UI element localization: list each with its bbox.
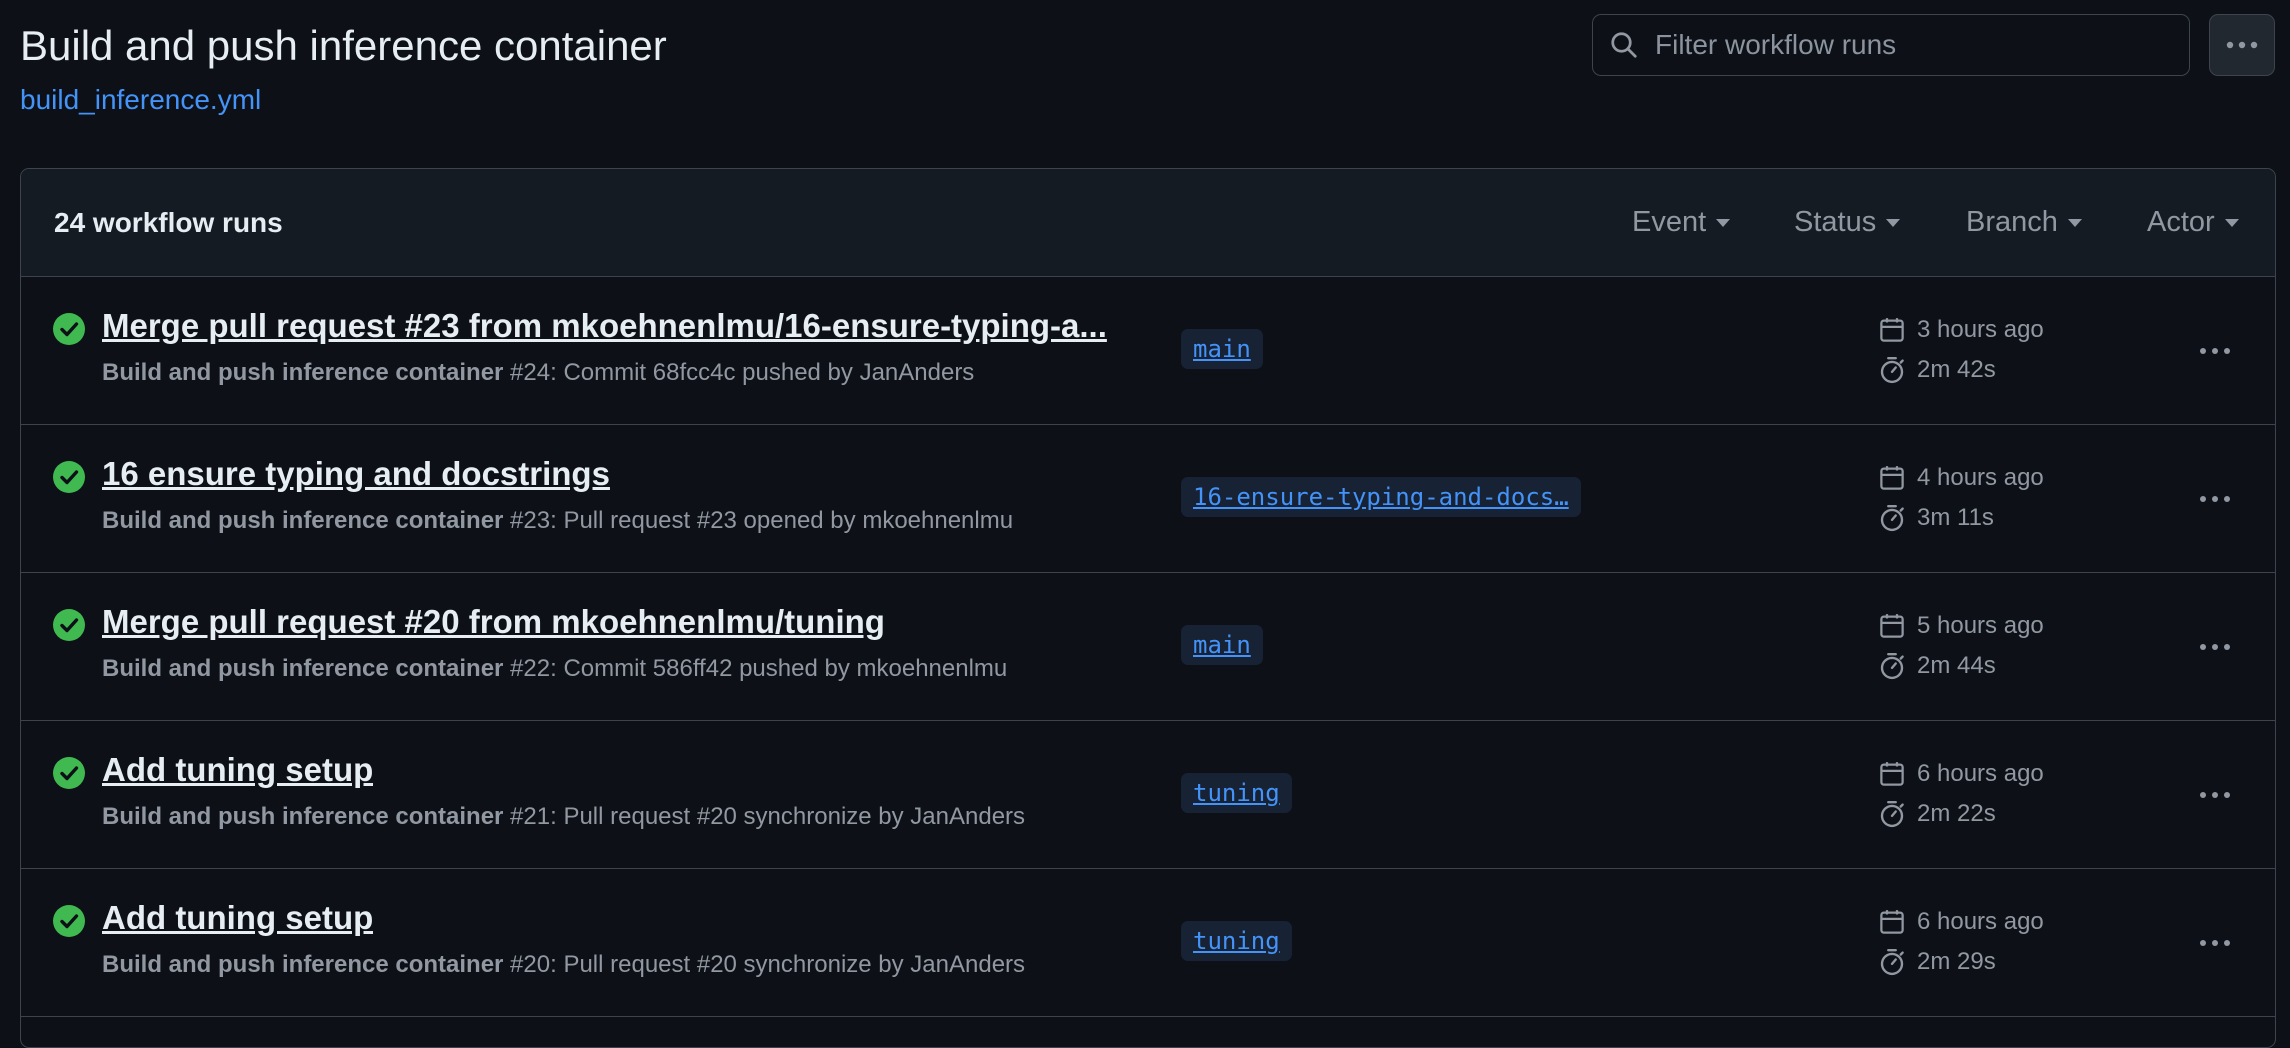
run-meta: Build and push inference container #22: … (102, 655, 1007, 683)
kebab-horizontal-icon (2200, 348, 2230, 354)
filter-actor-label: Actor (2147, 205, 2215, 238)
run-duration-value: 3m 11s (1917, 504, 1994, 531)
run-title-link[interactable]: 16 ensure typing and docstrings (102, 455, 610, 493)
calendar-icon (1880, 910, 1904, 934)
workflow-file-link[interactable]: build_inference.yml (20, 82, 261, 118)
filter-event[interactable]: Event (1632, 169, 1731, 275)
calendar-icon (1880, 762, 1904, 786)
kebab-horizontal-icon (2200, 644, 2230, 650)
run-time-ago: 6 hours ago (1917, 908, 2044, 935)
run-date: 4 hours ago (1877, 463, 2044, 493)
run-duration-value: 2m 22s (1917, 800, 1996, 827)
branch-label[interactable]: tuning (1181, 773, 1292, 813)
run-detail: #20: Pull request #20 synchronize by Jan… (503, 951, 1026, 978)
branch-label[interactable]: 16-ensure-typing-and-docs… (1181, 477, 1581, 517)
caret-down-icon (2224, 219, 2239, 227)
stopwatch-icon (1880, 652, 1904, 680)
workflow-run-row[interactable]: Merge pull request #23 from mkoehnenlmu/… (21, 277, 2275, 425)
run-detail: #23: Pull request #23 opened by mkoehnen… (503, 507, 1014, 534)
branch-label[interactable]: main (1181, 625, 1263, 665)
run-title-link[interactable]: Merge pull request #23 from mkoehnenlmu/… (102, 307, 1107, 345)
filter-branch-label: Branch (1966, 205, 2058, 238)
run-title-link[interactable]: Merge pull request #20 from mkoehnenlmu/… (102, 603, 885, 641)
run-menu-button[interactable] (2193, 629, 2237, 665)
run-workflow-name: Build and push inference container (102, 803, 504, 830)
run-workflow-name: Build and push inference container (102, 507, 504, 534)
check-circle-icon (53, 609, 85, 641)
filter-status-label: Status (1794, 205, 1877, 238)
run-menu-button[interactable] (2193, 925, 2237, 961)
run-meta: Build and push inference container #23: … (102, 507, 1013, 535)
run-duration: 2m 44s (1877, 651, 1996, 681)
run-workflow-name: Build and push inference container (102, 951, 504, 978)
run-menu-button[interactable] (2193, 777, 2237, 813)
caret-down-icon (1886, 219, 1901, 227)
run-meta: Build and push inference container #24: … (102, 359, 974, 387)
run-menu-button[interactable] (2193, 333, 2237, 369)
workflow-run-row[interactable]: Add tuning setup Build and push inferenc… (21, 721, 2275, 869)
run-time-ago: 5 hours ago (1917, 612, 2044, 639)
workflow-menu-button[interactable] (2209, 14, 2275, 76)
stopwatch-icon (1880, 356, 1904, 384)
filter-status[interactable]: Status (1794, 169, 1901, 275)
filter-branch[interactable]: Branch (1966, 169, 2082, 275)
run-meta: Build and push inference container #20: … (102, 951, 1025, 979)
run-duration-value: 2m 42s (1917, 356, 1996, 383)
run-detail: #21: Pull request #20 synchronize by Jan… (503, 803, 1026, 830)
run-title-link[interactable]: Add tuning setup (102, 899, 373, 937)
run-duration: 2m 42s (1877, 355, 1996, 385)
page-title: Build and push inference container (20, 22, 667, 69)
stopwatch-icon (1880, 948, 1904, 976)
search-input[interactable] (1653, 28, 2177, 62)
calendar-icon (1880, 318, 1904, 342)
run-duration: 2m 22s (1877, 799, 1996, 829)
run-duration-value: 2m 44s (1917, 652, 1996, 679)
search-box[interactable] (1592, 14, 2190, 76)
run-time-ago: 6 hours ago (1917, 760, 2044, 787)
search-icon (1611, 32, 1637, 58)
run-date: 6 hours ago (1877, 907, 2044, 937)
kebab-horizontal-icon (2200, 496, 2230, 502)
branch-label[interactable]: tuning (1181, 921, 1292, 961)
check-circle-icon (53, 461, 85, 493)
run-date: 3 hours ago (1877, 315, 2044, 345)
run-detail: #24: Commit 68fcc4c pushed by JanAnders (503, 359, 975, 386)
filter-actor[interactable]: Actor (2147, 169, 2239, 275)
kebab-horizontal-icon (2226, 41, 2258, 49)
kebab-horizontal-icon (2200, 940, 2230, 946)
stopwatch-icon (1880, 800, 1904, 828)
kebab-horizontal-icon (2200, 792, 2230, 798)
check-circle-icon (53, 313, 85, 345)
run-duration: 2m 29s (1877, 947, 1996, 977)
calendar-icon (1880, 614, 1904, 638)
run-detail: #22: Commit 586ff42 pushed by mkoehnenlm… (503, 655, 1008, 682)
run-time-ago: 3 hours ago (1917, 316, 2044, 343)
caret-down-icon (2067, 219, 2082, 227)
branch-label[interactable]: main (1181, 329, 1263, 369)
stopwatch-icon (1880, 504, 1904, 532)
run-workflow-name: Build and push inference container (102, 655, 504, 682)
workflow-run-row[interactable]: Add tuning setup Build and push inferenc… (21, 869, 2275, 1017)
run-meta: Build and push inference container #21: … (102, 803, 1025, 831)
workflow-run-row[interactable]: Merge pull request #20 from mkoehnenlmu/… (21, 573, 2275, 721)
check-circle-icon (53, 905, 85, 937)
run-workflow-name: Build and push inference container (102, 359, 504, 386)
caret-down-icon (1716, 219, 1731, 227)
workflow-runs-list: 24 workflow runs Event Status Branch Act… (20, 168, 2276, 1048)
workflow-run-row[interactable]: 16 ensure typing and docstrings Build an… (21, 425, 2275, 573)
run-count: 24 workflow runs (54, 206, 283, 238)
run-menu-button[interactable] (2193, 481, 2237, 517)
run-date: 6 hours ago (1877, 759, 2044, 789)
run-date: 5 hours ago (1877, 611, 2044, 641)
check-circle-icon (53, 757, 85, 789)
filter-event-label: Event (1632, 205, 1707, 238)
run-title-link[interactable]: Add tuning setup (102, 751, 373, 789)
runs-list-header: 24 workflow runs Event Status Branch Act… (21, 169, 2275, 277)
run-duration-value: 2m 29s (1917, 948, 1996, 975)
run-duration: 3m 11s (1877, 503, 1994, 533)
calendar-icon (1880, 466, 1904, 490)
run-time-ago: 4 hours ago (1917, 464, 2044, 491)
